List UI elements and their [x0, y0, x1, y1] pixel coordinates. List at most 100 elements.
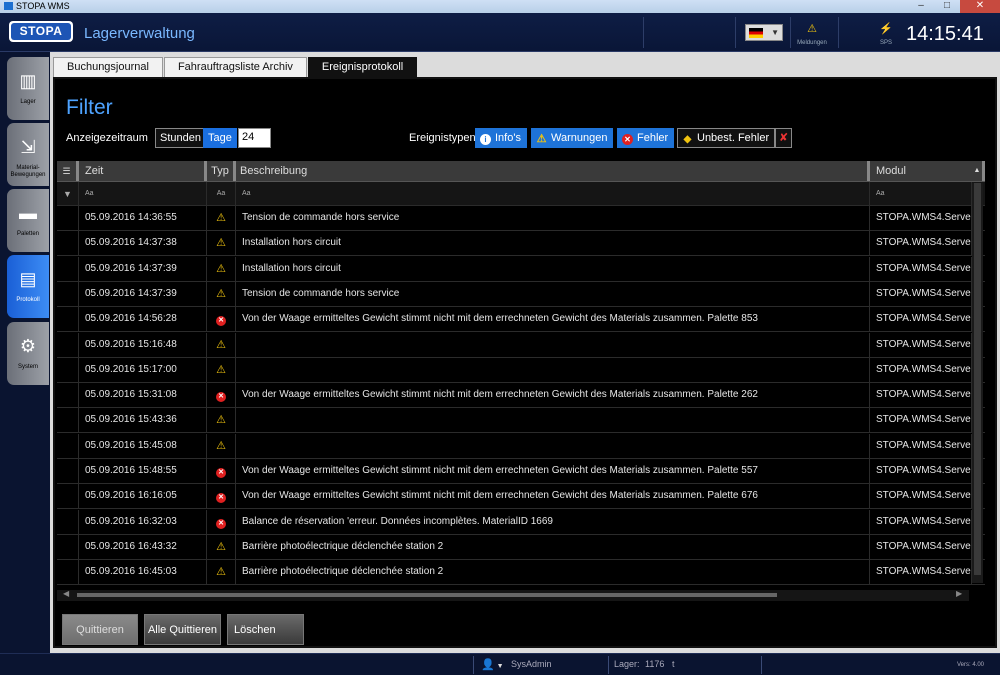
main-panel: Buchungsjournal Fahrauftragsliste Archiv… [50, 52, 1000, 653]
filter-icon[interactable]: ▼ [57, 182, 79, 205]
fehler-filter-button[interactable]: ✕ Fehler [617, 128, 675, 148]
table-row[interactable]: 05.09.2016 16:45:03 ⚠ Barrière photoélectr… [57, 560, 985, 586]
user-icon[interactable]: 👤 ▼ [481, 658, 504, 671]
vertical-scroll-thumb[interactable] [974, 183, 981, 575]
filter-typ-input[interactable]: Aa [207, 182, 236, 205]
cell-zeit: 05.09.2016 14:37:39 [79, 281, 207, 306]
status-user: SysAdmin [511, 659, 552, 669]
cell-beschreibung [236, 408, 870, 433]
meldungen-button[interactable]: ⚠ Meldungen [790, 19, 834, 46]
cell-typ: ⚠ [207, 408, 236, 433]
stunden-toggle[interactable]: Stunden [155, 128, 206, 148]
table-row[interactable]: 05.09.2016 16:43:32 ⚠ Barrière photoélectr… [57, 534, 985, 560]
sps-status[interactable]: ⚡ SPS [876, 19, 896, 46]
table-row[interactable]: 05.09.2016 16:32:03 ✕ Balance de réservati… [57, 509, 985, 535]
column-chooser-icon[interactable]: ☰ [57, 161, 79, 181]
sps-label: SPS [879, 40, 892, 46]
cell-modul: STOPA.WMS4.Server.E [870, 383, 972, 408]
export-icon: ⇲ [20, 137, 36, 157]
table-row[interactable]: 05.09.2016 15:45:08 ⚠ STOPA.WMS4.Server.D [57, 433, 985, 459]
language-selector[interactable]: ▼ [745, 24, 783, 41]
gear-icon: ⚙ [19, 336, 37, 356]
cell-zeit: 05.09.2016 16:45:03 [79, 560, 207, 585]
maximize-button[interactable]: □ [934, 0, 960, 13]
horizontal-scroll-thumb[interactable] [77, 593, 777, 597]
clear-filter-button[interactable]: ✘ [775, 128, 793, 148]
zeitraum-input[interactable]: 24 [238, 128, 271, 148]
cell-modul: STOPA.WMS4.Server.D [870, 433, 972, 458]
cell-beschreibung: Von der Waage ermitteltes Gewicht stimmt… [236, 307, 870, 332]
tab-buchungsjournal[interactable]: Buchungsjournal [53, 57, 163, 77]
cell-beschreibung: Tension de commande hors service [236, 281, 870, 306]
infos-filter-button[interactable]: i Info's [475, 128, 527, 148]
cell-beschreibung: Barrière photoélectrique déclenchée stat… [236, 534, 870, 559]
cell-zeit: 05.09.2016 16:43:32 [79, 534, 207, 559]
table-row[interactable]: 05.09.2016 15:16:48 ⚠ STOPA.WMS4.Server.D [57, 332, 985, 358]
cell-beschreibung: Von der Waage ermitteltes Gewicht stimmt… [236, 484, 870, 509]
table-row[interactable]: 05.09.2016 14:37:39 ⚠ Tension de commande … [57, 281, 985, 307]
warning-icon: ⚠ [536, 133, 547, 145]
cell-beschreibung: Installation hors circuit [236, 256, 870, 281]
scroll-left-icon[interactable]: ◀ [63, 589, 69, 598]
vertical-scrollbar[interactable] [972, 183, 983, 583]
sidebar-item-lager[interactable]: ▥ Lager [7, 57, 49, 120]
filter-beschreibung-input[interactable]: Aa [236, 182, 870, 205]
cell-modul: STOPA.WMS4.Server.D [870, 408, 972, 433]
row-indicator [57, 534, 79, 559]
cell-zeit: 05.09.2016 15:17:00 [79, 357, 207, 382]
close-button[interactable]: ✕ [960, 0, 1000, 13]
row-indicator [57, 484, 79, 509]
cell-zeit: 05.09.2016 15:48:55 [79, 459, 207, 483]
tage-toggle[interactable]: Tage [203, 128, 237, 148]
scroll-up-icon[interactable]: ▲ [972, 161, 985, 181]
table-row[interactable]: 05.09.2016 14:37:39 ⚠ Installation hors ci… [57, 256, 985, 282]
warning-icon: ⚠ [216, 338, 226, 351]
quittieren-button[interactable]: Quittieren [62, 614, 138, 645]
column-header-typ[interactable]: Typ [207, 161, 236, 181]
events-grid: ☰ Zeit Typ Beschreibung Modul ▲ ▼ Aa Aa … [57, 161, 985, 587]
error-icon: ✕ [216, 468, 226, 478]
tab-fahrauftragsliste-archiv[interactable]: Fahrauftragsliste Archiv [163, 57, 307, 77]
de-flag-icon [749, 28, 763, 38]
cell-typ: ⚠ [207, 433, 236, 458]
table-row[interactable]: 05.09.2016 16:16:05 ✕ Von der Waage ermitt… [57, 484, 985, 510]
table-row[interactable]: 05.09.2016 15:31:08 ✕ Von der Waage ermitt… [57, 383, 985, 409]
table-row[interactable]: 05.09.2016 14:56:28 ✕ Von der Waage ermitt… [57, 307, 985, 333]
scroll-right-icon[interactable]: ▶ [956, 589, 962, 598]
header-divider [838, 17, 839, 48]
cell-beschreibung: Von der Waage ermitteltes Gewicht stimmt… [236, 383, 870, 408]
minimize-button[interactable]: – [908, 0, 934, 13]
ereignistypen-label: Ereignistypen [409, 132, 476, 144]
cell-zeit: 05.09.2016 14:37:38 [79, 231, 207, 256]
cell-modul: STOPA.WMS4.Server.D [870, 281, 972, 306]
cell-typ: ✕ [207, 307, 236, 332]
filter-zeit-input[interactable]: Aa [79, 182, 207, 205]
table-row[interactable]: 05.09.2016 14:36:55 ⚠ Tension de commande … [57, 206, 985, 231]
warnungen-filter-button[interactable]: ⚠ Warnungen [531, 128, 614, 148]
table-row[interactable]: 05.09.2016 15:17:00 ⚠ STOPA.WMS4.Server.D [57, 357, 985, 383]
warning-icon: ⚠ [807, 23, 817, 35]
warning-icon: ⚠ [216, 414, 226, 427]
table-row[interactable]: 05.09.2016 14:37:38 ⚠ Installation hors ci… [57, 231, 985, 257]
cell-beschreibung: Barrière photoélectrique déclenchée stat… [236, 560, 870, 585]
error-icon: ✕ [216, 493, 226, 504]
error-icon: ✕ [622, 134, 633, 145]
column-header-zeit[interactable]: Zeit [79, 161, 207, 181]
sidebar-item-paletten[interactable]: ▬ Paletten [7, 189, 49, 252]
sidebar-item-protokoll[interactable]: ▤ Protokoll [7, 255, 49, 318]
loeschen-button[interactable]: Löschen [227, 614, 304, 645]
unbest-fehler-filter-button[interactable]: ◆ Unbest. Fehler [677, 128, 776, 148]
sidebar-item-label: System [17, 364, 38, 370]
sidebar-item-materialbewegungen[interactable]: ⇲ Material- Bewegungen [7, 123, 49, 186]
column-header-modul[interactable]: Modul [870, 161, 972, 181]
column-header-beschreibung[interactable]: Beschreibung [236, 161, 870, 181]
sidebar-item-system[interactable]: ⚙ System [7, 322, 49, 385]
status-lager-value: 1176 [645, 659, 665, 669]
alle-quittieren-button[interactable]: Alle Quittieren [144, 614, 221, 645]
cell-beschreibung: Von der Waage ermitteltes Gewicht stimmt… [236, 459, 870, 483]
horizontal-scrollbar[interactable]: ◀ ▶ [57, 589, 969, 601]
table-row[interactable]: 05.09.2016 15:43:36 ⚠ STOPA.WMS4.Server.D [57, 408, 985, 434]
filter-modul-input[interactable]: Aa [870, 182, 972, 205]
table-row[interactable]: 05.09.2016 15:48:55 ✕ Von der Waage ermitt… [57, 459, 985, 484]
tab-ereignisprotokoll[interactable]: Ereignisprotokoll [307, 57, 418, 77]
